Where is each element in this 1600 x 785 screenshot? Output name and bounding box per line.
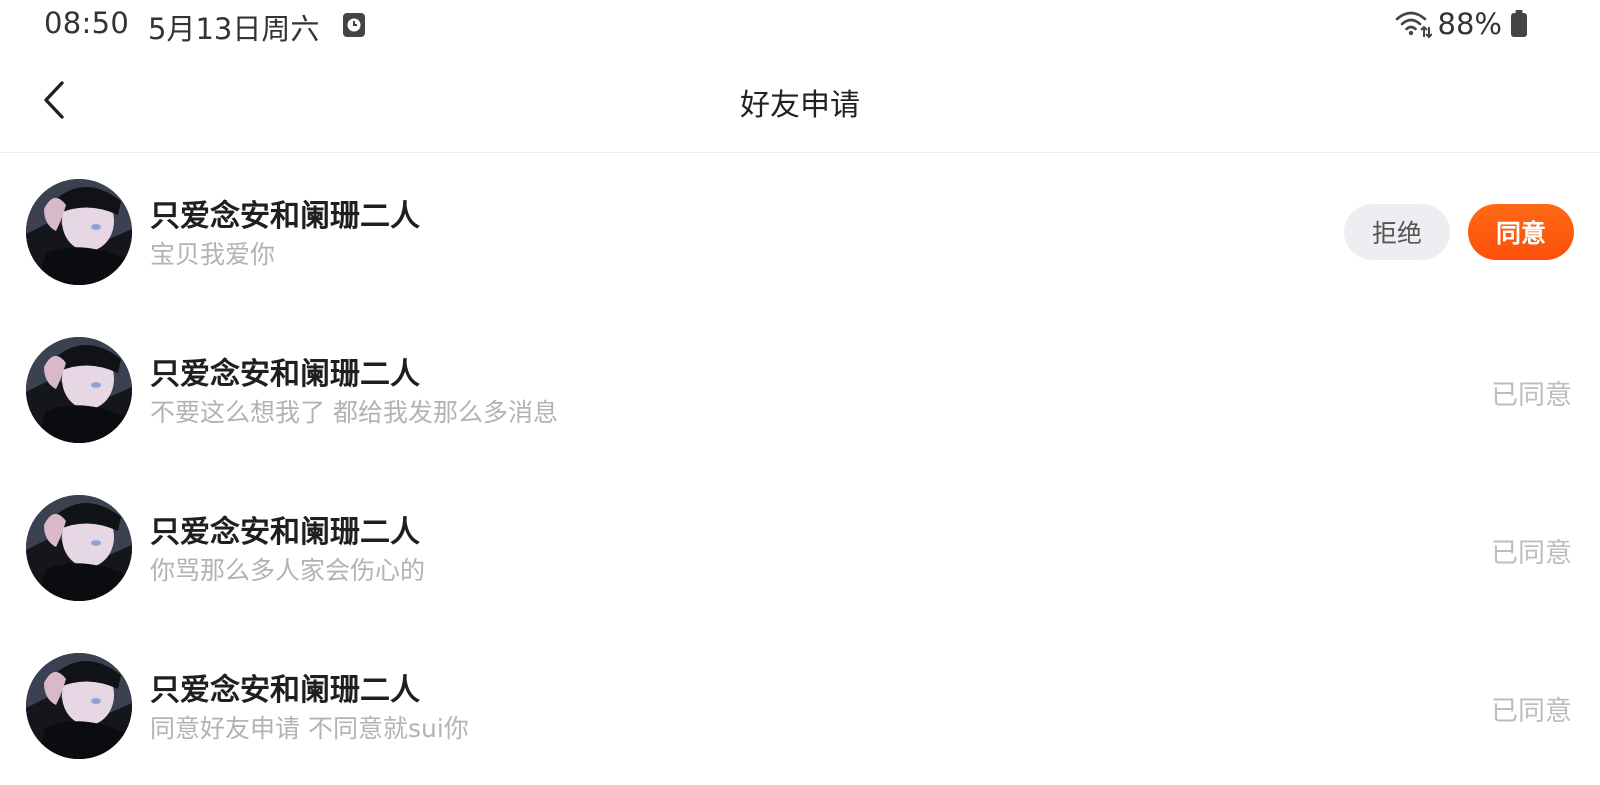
request-message: 同意好友申请 不同意就sui你 — [150, 714, 469, 743]
clock-icon — [342, 12, 366, 38]
list-item[interactable]: 只爱念安和阑珊二人 宝贝我爱你 拒绝 同意 — [0, 153, 1600, 311]
reject-button[interactable]: 拒绝 — [1344, 204, 1450, 260]
request-actions: 拒绝 同意 — [1344, 204, 1574, 260]
accepted-status: 已同意 — [1491, 380, 1572, 411]
request-message: 宝贝我爱你 — [150, 240, 276, 269]
requester-name: 只爱念安和阑珊二人 — [150, 515, 420, 550]
avatar[interactable] — [26, 337, 132, 443]
nav-bar: 好友申请 — [0, 50, 1600, 153]
list-item[interactable]: 只爱念安和阑珊二人 不要这么想我了 都给我发那么多消息 已同意 — [0, 311, 1600, 469]
avatar[interactable] — [26, 653, 132, 759]
accepted-status: 已同意 — [1491, 696, 1572, 727]
avatar[interactable] — [26, 179, 132, 285]
list-item[interactable]: 只爱念安和阑珊二人 同意好友申请 不同意就sui你 已同意 — [0, 627, 1600, 785]
battery-percentage: 88% — [1437, 7, 1502, 41]
status-bar: 08:50 5月13日周六 88% — [0, 0, 1600, 50]
request-message: 你骂那么多人家会伤心的 — [150, 556, 426, 585]
accept-button[interactable]: 同意 — [1468, 204, 1574, 260]
requester-name: 只爱念安和阑珊二人 — [150, 357, 420, 392]
friend-request-list: 只爱念安和阑珊二人 宝贝我爱你 拒绝 同意 只爱念安和阑珊二人 不要这么想我了 … — [0, 153, 1600, 785]
requester-name: 只爱念安和阑珊二人 — [150, 199, 420, 234]
page-title: 好友申请 — [740, 88, 860, 123]
status-time: 08:50 — [44, 6, 130, 40]
avatar[interactable] — [26, 495, 132, 601]
wifi-icon — [1394, 9, 1433, 39]
list-item[interactable]: 只爱念安和阑珊二人 你骂那么多人家会伤心的 已同意 — [0, 469, 1600, 627]
battery-icon — [1510, 9, 1528, 39]
status-indicators: 88% — [1394, 6, 1528, 42]
accepted-status: 已同意 — [1491, 538, 1572, 569]
requester-name: 只爱念安和阑珊二人 — [150, 673, 420, 708]
status-date: 5月13日周六 — [148, 12, 320, 46]
request-message: 不要这么想我了 都给我发那么多消息 — [150, 398, 558, 427]
